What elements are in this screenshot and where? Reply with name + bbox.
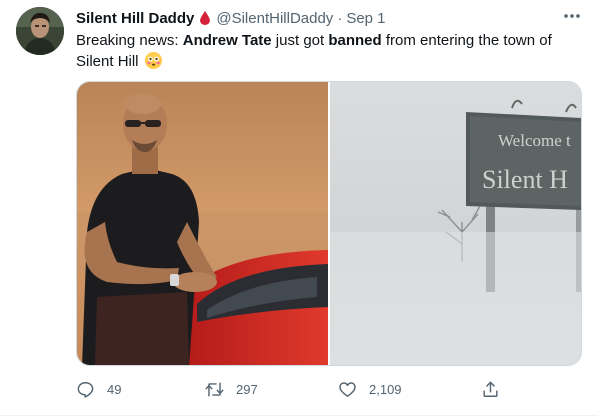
media-image-left[interactable] (77, 82, 328, 365)
text-bold-name: Andrew Tate (182, 32, 272, 49)
display-name[interactable]: Silent Hill Daddy (76, 10, 194, 27)
more-options-button[interactable] (562, 6, 582, 26)
tweet-media[interactable]: Welcome t Silent H (76, 81, 582, 366)
reply-button[interactable]: 49 (76, 378, 121, 400)
tweet-card[interactable]: Silent Hill Daddy @SilentHillDaddy · Sep… (0, 0, 598, 416)
flushed-face-emoji (144, 52, 162, 69)
more-dots-icon (564, 14, 580, 18)
retweet-arrows-icon (205, 381, 224, 397)
share-button[interactable] (481, 378, 500, 400)
tweet-actions: 49 297 2,109 (76, 378, 516, 400)
retweet-button[interactable]: 297 (205, 378, 258, 400)
reply-count: 49 (107, 381, 122, 397)
blood-drop-icon (200, 11, 211, 25)
text-bold-banned: banned (328, 32, 382, 49)
avatar-image (16, 7, 64, 55)
like-count: 2,109 (369, 381, 402, 397)
like-button[interactable]: 2,109 (338, 378, 402, 400)
heart-icon (339, 381, 356, 397)
tweet-text: Breaking news: Andrew Tate just got bann… (76, 30, 576, 72)
retweet-count: 297 (236, 381, 258, 397)
separator-dot: · (337, 9, 343, 27)
tweet-header: Silent Hill Daddy @SilentHillDaddy · Sep… (76, 8, 582, 28)
user-handle[interactable]: @SilentHillDaddy (216, 10, 333, 27)
silent-hill-sign-image: Welcome t Silent H (329, 82, 581, 365)
reply-bubble-icon (77, 381, 94, 398)
man-beside-car-image (77, 82, 328, 365)
tweet-date[interactable]: Sep 1 (346, 10, 385, 27)
text-part: Breaking news: (76, 32, 183, 49)
text-part: just got (271, 32, 329, 49)
media-image-right[interactable]: Welcome t Silent H (329, 82, 581, 365)
share-upload-icon (483, 381, 498, 397)
avatar[interactable] (16, 7, 64, 55)
